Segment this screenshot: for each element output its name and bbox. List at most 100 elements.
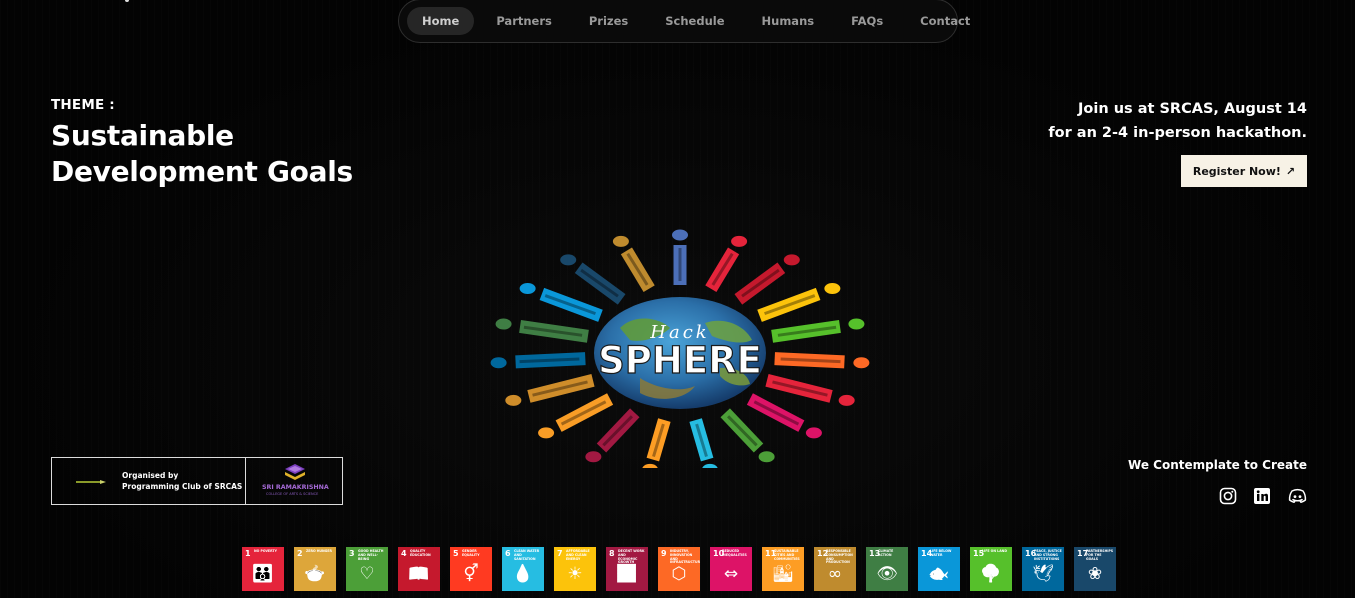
sdg-number: 2 [297, 549, 303, 558]
sdg-tile-5[interactable]: 5 GENDER EQUALITY ⚥ [450, 547, 492, 591]
sdg-goal-icon: 🐟 [928, 564, 950, 584]
sdg-goal-icon: 🌳 [980, 564, 1002, 584]
figure-shading [602, 415, 633, 447]
sdg-tile-8[interactable]: 8 DECENT WORK AND ECONOMIC GROWTH 📈 [606, 547, 648, 591]
sdg-number: 7 [557, 549, 563, 558]
instagram-icon[interactable] [1219, 487, 1237, 505]
sdg-tile-10[interactable]: 10 REDUCED INEQUALITIES ⇔ [710, 547, 752, 591]
sdg-label: INDUSTRY, INNOVATION AND INFRASTRUCTURE [670, 549, 700, 565]
sdg-goal-icon: 👪 [252, 564, 274, 584]
figure-head [585, 451, 602, 463]
event-info-line1: Join us at SRCAS, August 14 [1078, 101, 1307, 117]
sdg-label: DECENT WORK AND ECONOMIC GROWTH [618, 549, 645, 565]
top-navigation: Home Partners Prizes Schedule Humans FAQ… [398, 0, 970, 43]
figure-shading [580, 268, 619, 298]
register-button[interactable]: Register Now! ↗ [1181, 155, 1307, 187]
sdg-goal-icon: ⚥ [463, 564, 479, 584]
sdg-tile-13[interactable]: 13 CLIMATE ACTION 👁 [866, 547, 908, 591]
sdg-number: 5 [453, 549, 459, 558]
nav-humans[interactable]: Humans [747, 7, 830, 35]
sdg-tile-7[interactable]: 7 AFFORDABLE AND CLEAN ENERGY ☀ [554, 547, 596, 591]
organiser-programming-club: Organised by Programming Club of SRCAS [52, 458, 246, 504]
college-name: SRI RAMAKRISHNA [262, 484, 329, 491]
arrow-up-right-icon: ↗ [1285, 164, 1296, 178]
sdg-tile-14[interactable]: 14 LIFE BELOW WATER 🐟 [918, 547, 960, 591]
discord-icon[interactable] [1288, 487, 1307, 505]
organiser-card: Organised by Programming Club of SRCAS S… [51, 457, 343, 505]
sdg-goal-icon: ❀ [1087, 564, 1103, 584]
sdg-label: LIFE ON LAND [982, 549, 1007, 553]
register-label: Register Now! [1192, 164, 1281, 178]
sdg-tile-1[interactable]: 1 NO POVERTY 👪 [242, 547, 284, 591]
sdg-tile-2[interactable]: 2 ZERO HUNGER 🍲 [294, 547, 336, 591]
sdg-goal-icon: ∞ [827, 564, 843, 584]
sdg-label: PEACE, JUSTICE AND STRONG INSTITUTIONS [1034, 549, 1062, 561]
figure-head [805, 427, 822, 439]
sdg-label: AFFORDABLE AND CLEAN ENERGY [566, 549, 590, 561]
organiser-name: Programming Club of SRCAS [122, 482, 243, 491]
sdg-label: GENDER EQUALITY [462, 549, 480, 557]
figure-head [783, 254, 800, 266]
figure-head [672, 229, 688, 241]
nav-contact[interactable]: Contact [905, 7, 985, 35]
figure-shading [741, 268, 780, 298]
sdg-goal-icon: 🍲 [304, 564, 326, 584]
sdg-tile-4[interactable]: 4 QUALITY EDUCATION 📖 [398, 547, 440, 591]
figure-head [824, 282, 841, 294]
hackathon-logo: Hack SPHERE [490, 228, 870, 475]
sdg-goal-icon: ☀ [567, 564, 583, 584]
sdg-label: CLIMATE ACTION [878, 549, 894, 557]
theme-label: THEME : [51, 97, 115, 113]
figure-shading [753, 400, 800, 426]
sdg-tile-15[interactable]: 15 LIFE ON LAND 🌳 [970, 547, 1012, 591]
hack-sphere-logo-graphic: Hack SPHERE [490, 229, 870, 475]
sdg-tile-11[interactable]: 11 SUSTAINABLE CITIES AND COMMUNITIES 🏙 [762, 547, 804, 591]
sdg-goal-icon: 🕊 [1032, 564, 1054, 584]
figure-head [731, 235, 748, 247]
figure-head [538, 427, 555, 439]
college-subtitle: COLLEGE OF ARTS & SCIENCE [266, 492, 319, 496]
sdg-goal-icon: 👁 [876, 564, 898, 584]
sdg-goal-icon: ♡ [359, 564, 375, 584]
figure-head [560, 254, 577, 266]
sdg-label: PARTNERSHIPS FOR THE GOALS [1086, 549, 1114, 561]
figure-head [505, 394, 522, 406]
sdg-label: RESPONSIBLE CONSUMPTION AND PRODUCTION [826, 549, 853, 565]
sdg-goal-icon: ⇔ [723, 564, 739, 584]
sdg-goal-icon: ⬡ [671, 564, 687, 584]
sdg-tile-16[interactable]: 16 PEACE, JUSTICE AND STRONG INSTITUTIONS… [1022, 547, 1064, 591]
sdg-goal-icon: 📖 [408, 564, 430, 584]
figure-head [519, 282, 536, 294]
nav-home[interactable]: Home [407, 7, 475, 35]
college-crest-icon [285, 464, 305, 480]
tagline: We Contemplate to Create [1128, 458, 1307, 472]
nav-schedule[interactable]: Schedule [650, 7, 739, 35]
sdg-label: QUALITY EDUCATION [410, 549, 431, 557]
site-logo[interactable] [125, 0, 151, 2]
figure-head [701, 463, 718, 475]
linkedin-icon[interactable] [1253, 487, 1271, 505]
sdg-tile-9[interactable]: 9 INDUSTRY, INNOVATION AND INFRASTRUCTURE… [658, 547, 700, 591]
theme-title: Sustainable Development Goals [51, 119, 353, 188]
sdg-number: 4 [401, 549, 407, 558]
sdg-number: 6 [505, 549, 511, 558]
nav-faqs[interactable]: FAQs [836, 7, 898, 35]
sdg-tile-3[interactable]: 3 GOOD HEALTH AND WELL-BEING ♡ [346, 547, 388, 591]
sdg-label: LIFE BELOW WATER [930, 549, 952, 557]
sdg-tile-17[interactable]: 17 PARTNERSHIPS FOR THE GOALS ❀ [1074, 547, 1116, 591]
figure-head [642, 463, 659, 475]
figure-head [758, 451, 775, 463]
college-logo[interactable]: SRI RAMAKRISHNA COLLEGE OF ARTS & SCIENC… [246, 458, 342, 504]
club-logo-icon [76, 480, 106, 484]
sdg-tile-12[interactable]: 12 RESPONSIBLE CONSUMPTION AND PRODUCTION… [814, 547, 856, 591]
figure-head [853, 357, 870, 369]
sdg-goal-icon: 📈 [616, 564, 638, 584]
nav-prizes[interactable]: Prizes [574, 7, 643, 35]
nav-partners[interactable]: Partners [481, 7, 567, 35]
figure-head [495, 318, 512, 330]
sdg-tile-6[interactable]: 6 CLEAN WATER AND SANITATION 💧 [502, 547, 544, 591]
sdg-number: 8 [609, 549, 615, 558]
sdg-number: 1 [245, 549, 251, 558]
sdg-label: SUSTAINABLE CITIES AND COMMUNITIES [774, 549, 800, 561]
sdg-label: REDUCED INEQUALITIES [722, 549, 747, 557]
